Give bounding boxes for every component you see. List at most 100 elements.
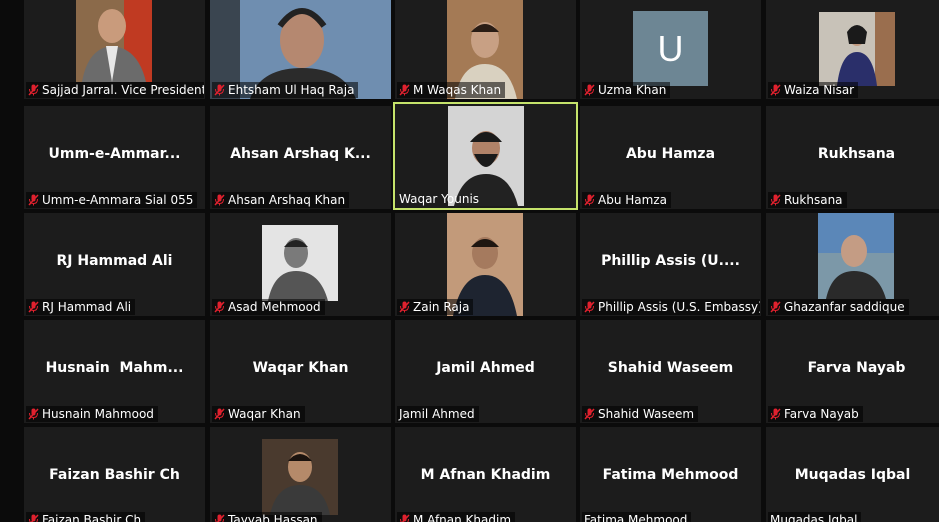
participant-tile-umm-e-ammara[interactable]: Umm-e-Ammar... Umm-e-Ammara Sial 055 — [24, 106, 205, 209]
participant-name: Ehtsham Ul Haq Raja — [228, 83, 355, 97]
muted-mic-icon — [770, 84, 781, 96]
participant-display-name: Shahid Waseem — [607, 360, 734, 376]
participant-name: Uzma Khan — [598, 83, 667, 97]
participant-tile-ehtsham[interactable]: Ehtsham Ul Haq Raja — [210, 0, 391, 99]
participant-label: RJ Hammad Ali — [26, 299, 136, 315]
participant-display-name: Umm-e-Ammar... — [48, 146, 181, 162]
participant-tile-zain[interactable]: Zain Raja — [395, 213, 576, 316]
participant-label: Faizan Bashir Ch — [26, 512, 146, 522]
video-thumbnail — [76, 0, 152, 82]
participant-tile-tayyab[interactable]: Tayyab Hassan — [210, 427, 391, 522]
participant-display-name: Farva Nayab — [807, 360, 906, 376]
participant-name: Zain Raja — [413, 300, 470, 314]
participant-label: Waqar Younis — [397, 191, 483, 207]
participant-name: Waiza Nisar — [784, 83, 855, 97]
participant-label: Ahsan Arshaq Khan — [212, 192, 350, 208]
video-feed — [818, 213, 894, 299]
gallery-grid: Sajjad Jarral. Vice President... Ehtsham… — [0, 0, 939, 522]
participant-name: Farva Nayab — [784, 407, 859, 421]
participant-tile-faizan[interactable]: Faizan Bashir Ch Faizan Bashir Ch — [24, 427, 205, 522]
participant-tile-asad[interactable]: Asad Mehmood — [210, 213, 391, 316]
participant-name: RJ Hammad Ali — [42, 300, 132, 314]
participant-name: Husnain Mahmood — [42, 407, 154, 421]
participant-label: M Waqas Khan — [397, 82, 506, 98]
muted-mic-icon — [584, 408, 595, 420]
participant-label: Umm-e-Ammara Sial 055 — [26, 192, 198, 208]
participant-tile-farva[interactable]: Farva Nayab Farva Nayab — [766, 320, 939, 423]
participant-display-name: Abu Hamza — [625, 146, 716, 162]
muted-mic-icon — [214, 84, 225, 96]
participant-label: Uzma Khan — [582, 82, 671, 98]
muted-mic-icon — [584, 301, 595, 313]
participant-name: Shahid Waseem — [598, 407, 695, 421]
video-feed — [262, 439, 338, 515]
participant-label: Jamil Ahmed — [397, 406, 479, 422]
avatar: U — [633, 11, 708, 86]
participant-label: Husnain Mahmood — [26, 406, 158, 422]
participant-label: Farva Nayab — [768, 406, 863, 422]
participant-label: Waiza Nisar — [768, 82, 859, 98]
participant-name: Waqar Khan — [228, 407, 301, 421]
participant-name: Ahsan Arshaq Khan — [228, 193, 346, 207]
participant-display-name: Waqar Khan — [252, 360, 349, 376]
participant-label: Zain Raja — [397, 299, 474, 315]
participant-name: Fatima Mehmood — [584, 513, 688, 522]
participant-name: M Waqas Khan — [413, 83, 502, 97]
participant-label: Shahid Waseem — [582, 406, 699, 422]
participant-tile-ghazanfar[interactable]: Ghazanfar saddique — [766, 213, 939, 316]
muted-mic-icon — [214, 408, 225, 420]
video-thumbnail — [818, 213, 894, 299]
muted-mic-icon — [399, 301, 410, 313]
participant-name: Umm-e-Ammara Sial 055 — [42, 193, 194, 207]
participant-tile-waqar-younis[interactable]: Waqar Younis — [393, 102, 578, 210]
participant-name: M Afnan Khadim — [413, 513, 512, 522]
muted-mic-icon — [584, 194, 595, 206]
participant-tile-husnain[interactable]: Husnain Mahm... Husnain Mahmood — [24, 320, 205, 423]
muted-mic-icon — [28, 301, 39, 313]
muted-mic-icon — [770, 194, 781, 206]
participant-name: Ghazanfar saddique — [784, 300, 905, 314]
muted-mic-icon — [28, 84, 39, 96]
participant-tile-waqas[interactable]: M Waqas Khan — [395, 0, 576, 99]
participant-tile-rj-hammad[interactable]: RJ Hammad Ali RJ Hammad Ali — [24, 213, 205, 316]
participant-name: Muqadas Iqbal — [770, 513, 858, 522]
participant-label: Waqar Khan — [212, 406, 305, 422]
participant-tile-abu-hamza[interactable]: Abu Hamza Abu Hamza — [580, 106, 761, 209]
participant-display-name: Husnain Mahm... — [45, 360, 184, 376]
video-feed — [262, 225, 338, 301]
participant-tile-sajjad[interactable]: Sajjad Jarral. Vice President... — [24, 0, 205, 99]
participant-name: Sajjad Jarral. Vice President... — [42, 83, 204, 97]
participant-tile-waqar-khan[interactable]: Waqar Khan Waqar Khan — [210, 320, 391, 423]
muted-mic-icon — [400, 514, 410, 522]
participant-tile-muqadas[interactable]: Muqadas Iqbal Muqadas Iqbal — [766, 427, 939, 522]
participant-tile-jamil[interactable]: Jamil Ahmed Jamil Ahmed — [395, 320, 576, 423]
muted-mic-icon — [584, 84, 595, 96]
participant-label: Fatima Mehmood — [582, 512, 692, 522]
participant-tile-afnan[interactable]: M Afnan Khadim M Afnan Khadim — [395, 427, 576, 522]
participant-tile-ahsan[interactable]: Ahsan Arshaq K... Ahsan Arshaq Khan — [210, 106, 391, 209]
participant-name: Jamil Ahmed — [399, 407, 475, 421]
participant-name: Asad Mehmood — [228, 300, 321, 314]
participant-display-name: Rukhsana — [817, 146, 896, 162]
participant-tile-waiza[interactable]: Waiza Nisar — [766, 0, 939, 99]
participant-tile-uzma[interactable]: U Uzma Khan — [580, 0, 761, 99]
participant-name: Faizan Bashir Ch — [42, 513, 142, 522]
participant-tile-phillip[interactable]: Phillip Assis (U.... Phillip Assis (U.S.… — [580, 213, 761, 316]
video-thumbnail — [262, 439, 338, 515]
participant-tile-rukhsana[interactable]: Rukhsana Rukhsana — [766, 106, 939, 209]
participant-label: Abu Hamza — [582, 192, 671, 208]
participant-display-name: Fatima Mehmood — [602, 467, 739, 483]
participant-display-name: Ahsan Arshaq K... — [230, 146, 371, 162]
video-feed — [76, 0, 152, 82]
participant-label: Rukhsana — [768, 192, 847, 208]
participant-tile-shahid[interactable]: Shahid Waseem Shahid Waseem — [580, 320, 761, 423]
muted-mic-icon — [29, 514, 39, 522]
avatar-initial: U — [657, 27, 684, 69]
participant-display-name: Jamil Ahmed — [436, 360, 535, 376]
participant-display-name: Phillip Assis (U.... — [601, 253, 740, 269]
participant-name: Abu Hamza — [598, 193, 667, 207]
muted-mic-icon — [399, 84, 410, 96]
participant-tile-fatima[interactable]: Fatima Mehmood Fatima Mehmood — [580, 427, 761, 522]
participant-display-name: Faizan Bashir Ch — [49, 467, 180, 483]
participant-label: Phillip Assis (U.S. Embassy) — [582, 299, 760, 315]
